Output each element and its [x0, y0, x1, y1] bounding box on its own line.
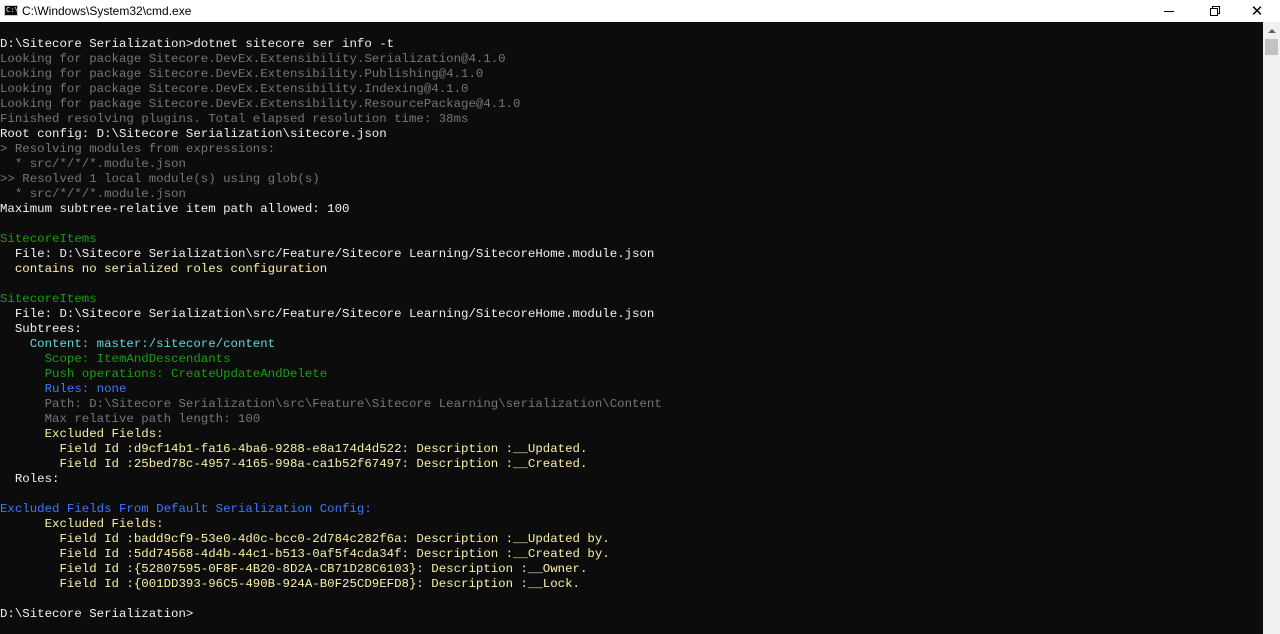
- console-line: Maximum subtree-relative item path allow…: [0, 202, 350, 216]
- console-line: D:\Sitecore Serialization>dotnet sitecor…: [0, 37, 395, 51]
- console-line: Excluded Fields:: [0, 517, 164, 531]
- console-output[interactable]: D:\Sitecore Serialization>dotnet sitecor…: [0, 22, 1263, 634]
- console-line: Field Id :{52807595-0F8F-4B20-8D2A-CB71D…: [0, 562, 588, 576]
- scroll-up-button[interactable]: [1263, 22, 1280, 39]
- console-line: File: D:\Sitecore Serialization\src/Feat…: [0, 247, 655, 261]
- console-line: Roles:: [0, 472, 60, 486]
- console-line: Looking for package Sitecore.DevEx.Exten…: [0, 67, 484, 81]
- console-line: contains no serialized roles configurati…: [0, 262, 328, 276]
- minimize-button[interactable]: [1146, 0, 1192, 22]
- cmd-app-icon: C:\: [4, 5, 19, 16]
- console-line: Finished resolving plugins. Total elapse…: [0, 112, 469, 126]
- window-title: C:\Windows\System32\cmd.exe: [22, 4, 192, 18]
- console-line: Max relative path length: 100: [0, 412, 261, 426]
- cmd-app-icon-label: C:\: [6, 6, 19, 14]
- console-line: SitecoreItems: [0, 292, 97, 306]
- minimize-icon: [1164, 10, 1174, 12]
- console-line: * src/*/*/*.module.json: [0, 157, 186, 171]
- console-line: Field Id :25bed78c-4957-4165-998a-ca1b52…: [0, 457, 588, 471]
- console-line: Looking for package Sitecore.DevEx.Exten…: [0, 82, 469, 96]
- console-line: >> Resolved 1 local module(s) using glob…: [0, 172, 320, 186]
- console-line: Field Id :{001DD393-96C5-490B-924A-B0F25…: [0, 577, 580, 591]
- restore-button[interactable]: [1192, 0, 1238, 22]
- restore-icon: [1210, 6, 1220, 16]
- console-line: Excluded Fields:: [0, 427, 164, 441]
- console-line: Field Id :badd9cf9-53e0-4d0c-bcc0-2d784c…: [0, 532, 610, 546]
- title-bar[interactable]: C:\ C:\Windows\System32\cmd.exe ✕: [0, 0, 1280, 22]
- console-line: > Resolving modules from expressions:: [0, 142, 276, 156]
- cmd-window: C:\ C:\Windows\System32\cmd.exe ✕ D:\Sit…: [0, 0, 1280, 634]
- console-line: Rules: none: [0, 382, 127, 396]
- chevron-up-icon: [1267, 28, 1276, 33]
- console-line: File: D:\Sitecore Serialization\src/Feat…: [0, 307, 655, 321]
- console-line: D:\Sitecore Serialization>: [0, 607, 194, 621]
- close-icon: ✕: [1250, 1, 1264, 20]
- console-line: Field Id :d9cf14b1-fa16-4ba6-9288-e8a174…: [0, 442, 588, 456]
- close-button[interactable]: ✕: [1234, 0, 1280, 22]
- console-line: Subtrees:: [0, 322, 82, 336]
- console-line: Root config: D:\Sitecore Serialization\s…: [0, 127, 387, 141]
- console-line: Looking for package Sitecore.DevEx.Exten…: [0, 52, 506, 66]
- console-line: Field Id :5dd74568-4d4b-44c1-b513-0af5f4…: [0, 547, 610, 561]
- console-line: Scope: ItemAndDescendants: [0, 352, 231, 366]
- console-line: Content: master:/sitecore/content: [0, 337, 276, 351]
- scroll-thumb[interactable]: [1265, 39, 1278, 55]
- console-line: * src/*/*/*.module.json: [0, 187, 186, 201]
- vertical-scrollbar[interactable]: [1263, 22, 1280, 634]
- console-line: Push operations: CreateUpdateAndDelete: [0, 367, 328, 381]
- console-line: Excluded Fields From Default Serializati…: [0, 502, 372, 516]
- console-line: Looking for package Sitecore.DevEx.Exten…: [0, 97, 521, 111]
- console-line: SitecoreItems: [0, 232, 97, 246]
- console-line: Path: D:\Sitecore Serialization\src\Feat…: [0, 397, 662, 411]
